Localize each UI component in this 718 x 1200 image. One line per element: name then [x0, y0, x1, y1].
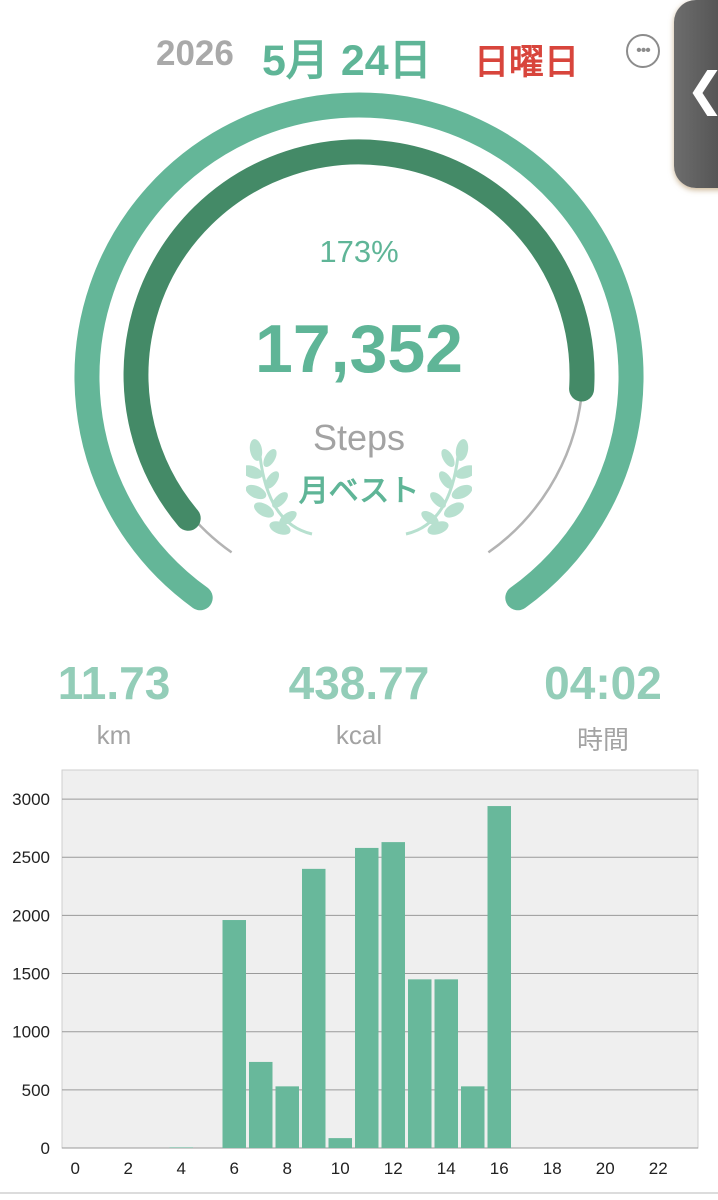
step-count: 17,352 [255, 311, 463, 387]
y-tick-label: 0 [41, 1139, 50, 1158]
y-tick-label: 500 [22, 1081, 50, 1100]
bar-hour-15 [461, 1086, 485, 1148]
monthly-best-badge: 月ベスト [298, 475, 420, 508]
bar-hour-11 [355, 847, 379, 1148]
y-tick-label: 2000 [12, 906, 50, 925]
calories-unit: kcal [335, 720, 383, 750]
bar-hour-14 [434, 979, 458, 1148]
bottom-divider [0, 1192, 718, 1194]
bar-hour-4 [169, 1147, 193, 1148]
duration-value: 04:02 [544, 657, 662, 709]
x-tick-label: 16 [490, 1159, 509, 1178]
x-tick-label: 12 [384, 1159, 403, 1178]
hourly-steps-chart: 0 500 1000 1500 2000 2500 3000 0 2 4 6 8 10 12 14 16 18 2… [12, 769, 699, 1178]
y-tick-label: 2500 [12, 848, 50, 867]
y-tick-label: 1000 [12, 1023, 50, 1042]
bar-hour-12 [381, 842, 405, 1148]
bar-hour-8 [275, 1086, 299, 1148]
bar-hour-6 [222, 920, 246, 1148]
distance-unit: km [96, 720, 132, 750]
distance-value: 11.73 [57, 657, 171, 709]
x-tick-label: 14 [437, 1159, 456, 1178]
duration-unit: 時間 [576, 725, 629, 755]
calories-value: 438.77 [288, 657, 430, 709]
x-tick-label: 22 [649, 1159, 668, 1178]
x-tick-label: 18 [543, 1159, 562, 1178]
y-tick-label: 3000 [12, 790, 50, 809]
steps-label: Steps [312, 417, 406, 458]
bar-hour-10 [328, 1138, 352, 1148]
x-tick-label: 20 [596, 1159, 615, 1178]
bar-hour-13 [408, 979, 432, 1148]
x-tick-label: 6 [230, 1159, 239, 1178]
plot-area [61, 769, 699, 1149]
x-tick-label: 10 [331, 1159, 350, 1178]
x-tick-label: 0 [71, 1159, 80, 1178]
bar-hour-7 [249, 1061, 273, 1148]
x-tick-label: 4 [177, 1159, 186, 1178]
x-tick-label: 8 [283, 1159, 292, 1178]
goal-percent: 173% [319, 234, 399, 269]
bar-hour-16 [487, 806, 511, 1148]
y-tick-label: 1500 [12, 965, 50, 984]
bar-hour-9 [302, 868, 326, 1148]
x-tick-label: 2 [124, 1159, 133, 1178]
